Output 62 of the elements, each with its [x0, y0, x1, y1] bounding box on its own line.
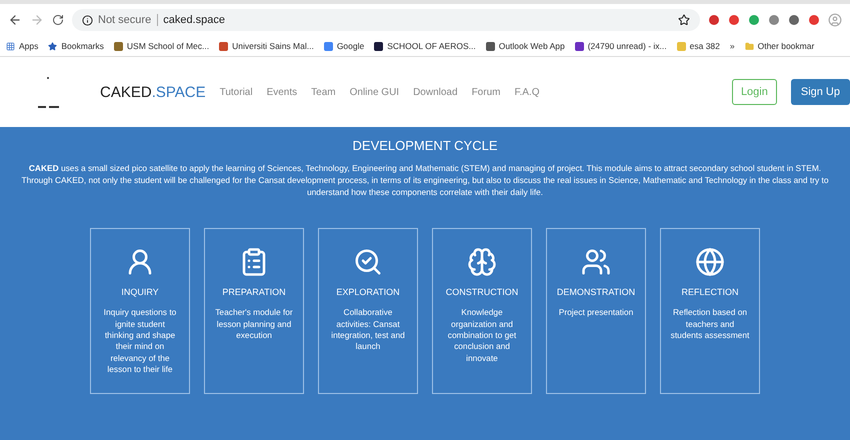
stage-description: Reflection based on teachers and students assessment: [670, 307, 750, 342]
nav-link[interactable]: Events: [266, 86, 298, 98]
favicon-icon: [324, 42, 333, 50]
nav-link[interactable]: Team: [311, 86, 336, 98]
stage-title: EXPLORATION: [336, 287, 400, 298]
nav-link[interactable]: Tutorial: [220, 86, 253, 98]
extension-icon[interactable]: [728, 14, 740, 26]
stage-title: DEMONSTRATION: [556, 287, 636, 298]
favicon-icon: [219, 42, 228, 50]
address-bar[interactable]: Not secure caked.space: [72, 9, 700, 31]
bookmark-link[interactable]: esa 382: [676, 41, 720, 51]
nav-link[interactable]: Download: [413, 86, 458, 98]
grid-icon: [6, 42, 15, 50]
bookmark-link[interactable]: USM School of Mec...: [114, 41, 210, 51]
favicon-icon: [486, 42, 495, 50]
bookmark-link[interactable]: Outlook Web App: [486, 41, 565, 51]
bookmark-link[interactable]: (24790 unread) - ix...: [574, 41, 667, 51]
nav-link[interactable]: F.A.Q: [514, 86, 540, 98]
favicon-icon: [374, 42, 384, 50]
bookmark-link[interactable]: Bookmarks: [48, 41, 104, 51]
nav-link[interactable]: Forum: [472, 86, 500, 98]
info-icon: [82, 14, 93, 26]
stage-icon: [581, 247, 611, 278]
bookmark-link[interactable]: SCHOOL OF AEROS...: [374, 41, 476, 51]
bookmark-link[interactable]: Universiti Sains Mal...: [219, 41, 314, 51]
extension-icon[interactable]: [708, 14, 720, 26]
back-button[interactable]: [8, 13, 22, 27]
favicon-icon: [114, 42, 123, 50]
signup-button[interactable]: Sign Up: [790, 79, 850, 105]
intro-paragraph: CAKED uses a small sized pico satellite to apply the learning of Sciences, Technology, Engineering and Mathematic (STEM) and managing of project. This module aims to attract secondary school student in STEM. Through CAKED, not only the student will be challenged for the Cansat development process, in terms of its engineering, but also to discuss the real issues in Science, Mathematic and Technology in the class and try to understand how these components correlate with their daily life.: [20, 163, 830, 198]
favicon-icon: [676, 42, 686, 50]
bookmarks-overflow-button[interactable]: »: [730, 41, 735, 51]
other-bookmarks-link[interactable]: Other bookmar: [744, 41, 814, 51]
reload-button[interactable]: [52, 14, 64, 26]
bookmark-link[interactable]: Google: [324, 41, 364, 51]
extension-icon[interactable]: [788, 14, 800, 26]
extension-icon[interactable]: [748, 14, 760, 26]
stage-icon: [467, 247, 497, 278]
url-text: caked.space: [163, 14, 225, 26]
section-title: DEVELOPMENT CYCLE: [352, 138, 498, 153]
bookmark-star-icon[interactable]: [678, 14, 690, 26]
stage-icon: [353, 247, 383, 278]
bookmark-link[interactable]: Apps: [6, 41, 38, 51]
stage-description: Inquiry questions to ignite student thinking and shape their mind on relevancy of the lesson to their life: [102, 307, 178, 376]
stage-title: REFLECTION: [681, 287, 738, 298]
favicon-icon: [574, 42, 584, 50]
folder-icon: [744, 42, 754, 50]
stage-title: INQUIRY: [121, 287, 159, 298]
stage-description: Collaborative activities: Cansat integration, test and launch: [330, 307, 406, 353]
extension-icon[interactable]: [808, 14, 820, 26]
stage-description: Knowledge organization and combination to get conclusion and innovate: [446, 307, 518, 364]
stage-title: CONSTRUCTION: [446, 287, 518, 298]
extension-icon[interactable]: [768, 14, 780, 26]
stage-icon: [695, 247, 725, 278]
security-label: Not secure: [98, 14, 158, 26]
stage-description: Teacher's module for lesson planning and execution: [214, 307, 294, 342]
nav-link[interactable]: Online GUI: [350, 86, 400, 98]
stage-description: Project presentation: [558, 307, 634, 319]
site-logo[interactable]: CAKED.SPACE: [100, 84, 206, 100]
star-icon: [48, 42, 58, 50]
stage-title: PREPARATION: [222, 287, 286, 298]
profile-icon[interactable]: [828, 13, 842, 27]
